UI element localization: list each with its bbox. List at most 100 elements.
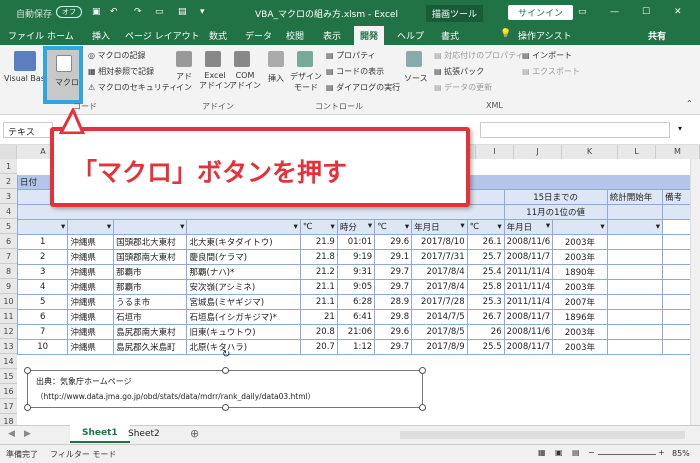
sheet-tab-sheet2[interactable]: Sheet2 [128, 429, 160, 439]
macro-security-button[interactable]: ⚠ マクロのセキュリティ [88, 82, 177, 93]
table-cell[interactable]: 沖縄県 [67, 294, 115, 310]
row-header[interactable]: 2 [0, 174, 17, 189]
autosave-toggle[interactable]: オフ [56, 6, 82, 18]
table-cell[interactable]: 2008/11/7 [503, 339, 554, 355]
table-cell[interactable]: 宮城島(ミヤギジマ) [186, 294, 301, 310]
table-cell[interactable]: 5 [16, 294, 69, 310]
row-header[interactable]: 3 [0, 189, 17, 204]
zoom-in-icon[interactable]: + [658, 448, 665, 457]
table-cell[interactable]: 01:01 [336, 234, 376, 250]
view-code-button[interactable]: ▤ コードの表示 [326, 66, 384, 77]
table-cell[interactable]: 2011/11/4 [503, 264, 554, 280]
table-cell[interactable] [606, 294, 664, 310]
filter-header-cell[interactable]: ℃ ▾ [374, 219, 413, 235]
table-cell[interactable]: 29.6 [374, 324, 413, 340]
addin-button[interactable]: アド イン [176, 71, 192, 93]
filter-dropdown-icon[interactable]: ▾ [368, 221, 372, 231]
table-cell[interactable]: 29.7 [374, 279, 413, 295]
table-cell[interactable]: 沖縄県 [67, 309, 115, 325]
filter-header-cell[interactable]: ▾ [552, 219, 608, 235]
filter-header-cell[interactable]: ▾ [186, 219, 301, 235]
table-cell[interactable]: 4 [16, 279, 69, 295]
row-header[interactable]: 13 [0, 339, 17, 354]
table-cell[interactable]: 25.4 [466, 264, 505, 280]
relative-ref-button[interactable]: ▦ 相対参照で記録 [88, 66, 154, 77]
table-cell[interactable]: 25.3 [466, 294, 505, 310]
save-icon[interactable]: ▣ [92, 7, 101, 17]
table-cell[interactable]: 2017/7/28 [411, 294, 468, 310]
filter-header-cell[interactable]: ▾ [113, 219, 188, 235]
macro-button[interactable]: マクロ [43, 46, 83, 104]
table-cell[interactable]: 1:12 [336, 339, 376, 355]
header-cell[interactable]: 統計開始年 [606, 189, 664, 205]
table-cell[interactable]: 石垣島(イシガキジマ)* [186, 309, 301, 325]
table-cell[interactable]: 2008/11/6 [503, 234, 554, 250]
table-cell[interactable]: 北大東(キタダイトウ) [186, 234, 301, 250]
expansion-pack-button[interactable]: ▤ 拡張パック [434, 66, 484, 77]
zoom-slider[interactable] [598, 454, 656, 455]
filter-dropdown-icon[interactable]: ▾ [331, 222, 335, 232]
table-cell[interactable]: うるま市 [113, 294, 188, 310]
header-cell[interactable]: 15日までの [503, 189, 608, 205]
table-cell[interactable]: 21.1 [299, 294, 338, 310]
table-cell[interactable]: 20.8 [299, 324, 338, 340]
filter-dropdown-icon[interactable]: ▾ [180, 222, 184, 232]
table-cell[interactable]: 2003年 [552, 234, 608, 250]
filter-dropdown-icon[interactable]: ▾ [546, 221, 550, 231]
table-cell[interactable]: 25.7 [466, 249, 505, 265]
row-header[interactable]: 10 [0, 294, 17, 309]
table-cell[interactable]: 2008/11/7 [503, 249, 554, 265]
open-file-icon[interactable]: ▤ [178, 7, 187, 17]
table-cell[interactable]: 旧東(キュウトウ) [186, 324, 301, 340]
table-cell[interactable]: 29.7 [374, 264, 413, 280]
table-cell[interactable] [606, 309, 664, 325]
record-macro-button[interactable]: ◎ マクロの記録 [88, 50, 146, 61]
share-button[interactable]: 共有 [648, 29, 666, 42]
row-header[interactable]: 11 [0, 309, 17, 324]
table-cell[interactable]: 29.6 [374, 234, 413, 250]
table-cell[interactable]: 7 [16, 324, 69, 340]
close-button[interactable]: ✕ [674, 7, 682, 17]
table-cell[interactable]: 那覇市 [113, 279, 188, 295]
table-cell[interactable]: 2003年 [552, 249, 608, 265]
tab-insert[interactable]: 挿入 [92, 29, 110, 42]
table-cell[interactable]: 2008/11/6 [503, 324, 554, 340]
table-cell[interactable]: 9:19 [336, 249, 376, 265]
resize-handle[interactable] [419, 367, 426, 374]
excel-addin-button[interactable]: Excel アドイン [199, 71, 231, 91]
table-cell[interactable]: 21.8 [299, 249, 338, 265]
resize-handle[interactable] [24, 404, 31, 411]
table-cell[interactable]: 安次嶺(アシミネ) [186, 279, 301, 295]
filter-dropdown-icon[interactable]: ▾ [656, 222, 660, 232]
map-properties-button[interactable]: ▤ 対応付けのプロパティ [434, 50, 524, 61]
row-header[interactable]: 8 [0, 264, 17, 279]
filter-header-cell[interactable]: ▾ [16, 219, 69, 235]
table-cell[interactable] [606, 249, 664, 265]
tab-review[interactable]: 校閲 [286, 29, 304, 42]
table-cell[interactable]: 26 [466, 324, 505, 340]
table-cell[interactable]: 10 [16, 339, 69, 355]
table-cell[interactable]: 2007年 [552, 294, 608, 310]
filter-header-cell[interactable]: 時分 ▾ [336, 219, 376, 235]
table-cell[interactable] [606, 264, 664, 280]
table-cell[interactable]: 2011/11/4 [503, 294, 554, 310]
signin-button[interactable]: サインイン [508, 5, 574, 20]
table-cell[interactable]: 3 [16, 264, 69, 280]
table-cell[interactable]: 21.9 [299, 234, 338, 250]
zoom-out-icon[interactable]: − [588, 448, 595, 457]
column-header[interactable]: M [656, 145, 700, 159]
tab-developer[interactable]: 開発 [354, 26, 385, 45]
run-dialog-button[interactable]: ▤ ダイアログの実行 [326, 82, 400, 93]
table-cell[interactable]: 沖縄県 [67, 234, 115, 250]
filter-header-cell[interactable]: ℃ ▾ [299, 219, 338, 235]
filter-dropdown-icon[interactable]: ▾ [460, 221, 464, 231]
table-cell[interactable]: 21.1 [299, 279, 338, 295]
table-cell[interactable] [606, 324, 664, 340]
table-cell[interactable]: 沖縄県 [67, 324, 115, 340]
page-layout-view-icon[interactable]: ▣ [555, 448, 563, 457]
ribbon-options-icon[interactable]: ▭ [578, 7, 587, 17]
table-cell[interactable]: 2003年 [552, 324, 608, 340]
table-cell[interactable]: 沖縄県 [67, 264, 115, 280]
tab-data[interactable]: データ [245, 29, 272, 42]
tab-home[interactable]: ホーム [47, 29, 74, 42]
